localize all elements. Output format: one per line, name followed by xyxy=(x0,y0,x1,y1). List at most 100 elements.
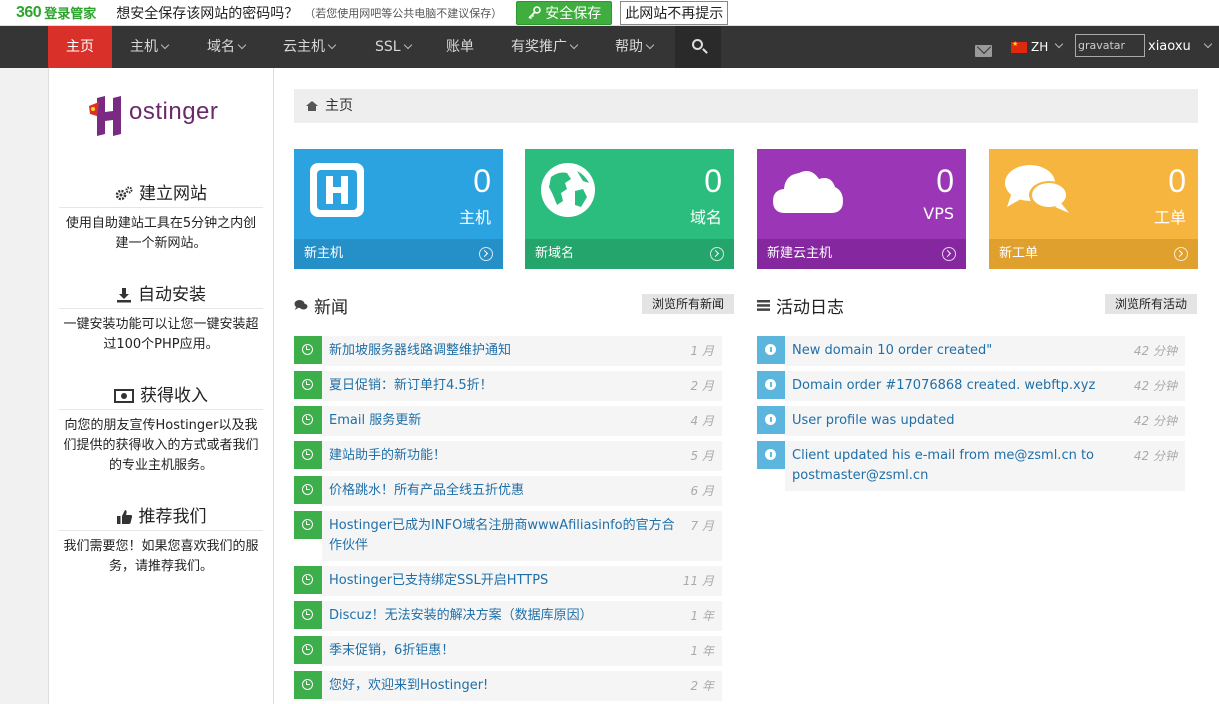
never-remind-button[interactable]: 此网站不再提示 xyxy=(620,0,729,25)
news-item-title[interactable]: 您好，欢迎来到Hostinger! xyxy=(329,676,488,696)
news-item[interactable]: 夏日促销：新订单打4.5折！ 2 月 xyxy=(294,371,722,401)
tile-footer[interactable]: 新域名 xyxy=(525,239,734,269)
language-selector[interactable]: ZH xyxy=(1011,26,1064,68)
chevron-down-icon xyxy=(160,40,170,50)
sidebar-section-title-text: 建立网站 xyxy=(139,183,207,204)
comments-icon xyxy=(1005,165,1069,213)
sidebar-section-title[interactable]: 获得收入 xyxy=(59,382,263,410)
news-item[interactable]: Discuz！无法安装的解决方案（数据库原因） 1 年 xyxy=(294,601,722,631)
sidebar-section-title[interactable]: 建立网站 xyxy=(59,180,263,208)
avatar[interactable]: gravatar xyxy=(1075,34,1145,57)
news-item-title[interactable]: 建站助手的新功能！ xyxy=(329,446,446,466)
safe-save-button[interactable]: 安全保存 xyxy=(516,0,613,25)
row-time: 1 月 xyxy=(690,344,714,358)
tile-hosting[interactable]: 0 主机 新主机 xyxy=(294,149,503,269)
clock-icon xyxy=(302,449,313,460)
activity-panel-title: 活动日志 xyxy=(757,293,844,318)
clock-icon xyxy=(302,484,313,495)
news-item-title[interactable]: Hostinger已成为INFO域名注册商wwwAfiliasinfo的官方合作… xyxy=(329,516,683,556)
news-item-title[interactable]: 夏日促销：新订单打4.5折！ xyxy=(329,376,493,396)
sidebar-section-title[interactable]: 自动安装 xyxy=(59,281,263,309)
mail-icon[interactable] xyxy=(975,45,992,57)
tile-footer[interactable]: 新主机 xyxy=(294,239,503,269)
save-password-prompt: 想安全保存该网站的密码吗？ xyxy=(116,5,299,22)
news-item[interactable]: 价格跳水！所有产品全线五折优惠 6 月 xyxy=(294,476,722,506)
tile-domains[interactable]: 0 域名 新域名 xyxy=(525,149,734,269)
activity-item-text[interactable]: Client updated his e-mail from me@zsml.c… xyxy=(792,446,1126,486)
row-time: 5 月 xyxy=(690,449,714,463)
row-body: Domain order #17076868 created. webftp.x… xyxy=(785,371,1185,401)
row-body: 新加坡服务器线路调整维护通知 1 月 xyxy=(322,336,722,366)
main-content: 主页 0 主机 新主机 0 域名 新域名 0 VPS 新建云主机 0 工单 新工… xyxy=(274,68,1219,704)
thumbs-up-icon xyxy=(116,509,132,524)
activity-item[interactable]: Client updated his e-mail from me@zsml.c… xyxy=(757,441,1185,491)
row-time: 42 分钟 xyxy=(1133,379,1177,393)
tile-label: 工单 xyxy=(1153,208,1186,227)
nav-billing[interactable]: 账单 xyxy=(446,26,474,68)
search-icon xyxy=(692,39,703,50)
activity-item-text[interactable]: Domain order #17076868 created. webftp.x… xyxy=(792,376,1095,396)
tile-footer[interactable]: 新工单 xyxy=(989,239,1198,269)
row-time: 2 月 xyxy=(690,379,714,393)
row-badge xyxy=(757,441,785,469)
row-badge xyxy=(294,406,322,434)
tile-count: 0 xyxy=(704,163,722,199)
tile-label: VPS xyxy=(923,204,954,223)
sidebar-section-build-site: 建立网站 使用自助建站工具在5分钟之内创建一个新网站。 xyxy=(59,180,263,254)
row-body: 价格跳水！所有产品全线五折优惠 6 月 xyxy=(322,476,722,506)
row-badge xyxy=(757,336,785,364)
row-body: New domain 10 order created" 42 分钟 xyxy=(785,336,1185,366)
row-time: 6 月 xyxy=(690,484,714,498)
nav-domains[interactable]: 域名 xyxy=(207,26,247,68)
news-item[interactable]: 新加坡服务器线路调整维护通知 1 月 xyxy=(294,336,722,366)
nav-ssl[interactable]: SSL xyxy=(375,26,412,68)
row-badge xyxy=(294,671,322,699)
nav-cloud[interactable]: 云主机 xyxy=(283,26,337,68)
nav-referral-label: 有奖推广 xyxy=(511,39,567,55)
breadcrumb-home[interactable]: 主页 xyxy=(325,89,353,123)
tile-tickets[interactable]: 0 工单 新工单 xyxy=(989,149,1198,269)
activity-item-text[interactable]: User profile was updated xyxy=(792,411,955,431)
hostinger-logo[interactable]: ostinger xyxy=(81,90,246,140)
view-all-activity-button[interactable]: 浏览所有活动 xyxy=(1105,294,1198,314)
news-item-title[interactable]: 新加坡服务器线路调整维护通知 xyxy=(329,341,511,361)
news-item[interactable]: Hostinger已成为INFO域名注册商wwwAfiliasinfo的官方合作… xyxy=(294,511,722,561)
sidebar-section-desc: 使用自助建站工具在5分钟之内创建一个新网站。 xyxy=(65,216,257,251)
news-item-title[interactable]: Hostinger已支持绑定SSL开启HTTPS xyxy=(329,571,548,591)
nav-referral[interactable]: 有奖推广 xyxy=(511,26,579,68)
tile-footer[interactable]: 新建云主机 xyxy=(757,239,966,269)
globe-icon xyxy=(765,379,776,390)
nav-home[interactable]: 主页 xyxy=(48,26,112,74)
activity-item[interactable]: Domain order #17076868 created. webftp.x… xyxy=(757,371,1185,401)
clock-icon xyxy=(302,644,313,655)
chevron-down-icon xyxy=(1203,39,1213,49)
row-badge xyxy=(757,406,785,434)
news-item-title[interactable]: Discuz！无法安装的解决方案（数据库原因） xyxy=(329,606,593,626)
tile-footer-label: 新主机 xyxy=(304,246,344,261)
news-item[interactable]: Hostinger已支持绑定SSL开启HTTPS 11 月 xyxy=(294,566,722,596)
tile-vps[interactable]: 0 VPS 新建云主机 xyxy=(757,149,966,269)
news-item[interactable]: 建站助手的新功能！ 5 月 xyxy=(294,441,722,471)
activity-item[interactable]: New domain 10 order created" 42 分钟 xyxy=(757,336,1185,366)
activity-item-text[interactable]: New domain 10 order created" xyxy=(792,341,992,361)
nav-hosting[interactable]: 主机 xyxy=(130,26,170,68)
news-item[interactable]: 您好，欢迎来到Hostinger! 2 年 xyxy=(294,671,722,701)
news-item[interactable]: Email 服务更新 4 月 xyxy=(294,406,722,436)
news-item-title[interactable]: 季末促销，6折钜惠！ xyxy=(329,641,454,661)
news-item-title[interactable]: Email 服务更新 xyxy=(329,411,421,431)
clock-icon xyxy=(302,679,313,690)
sidebar-section-title[interactable]: 推荐我们 xyxy=(59,503,263,531)
tile-footer-label: 新域名 xyxy=(535,246,575,261)
language-label: ZH xyxy=(1031,40,1049,54)
row-time: 11 月 xyxy=(682,574,714,588)
clock-icon xyxy=(302,609,313,620)
activity-item[interactable]: User profile was updated 42 分钟 xyxy=(757,406,1185,436)
nav-help[interactable]: 帮助 xyxy=(615,26,655,68)
view-all-news-button[interactable]: 浏览所有新闻 xyxy=(642,294,735,314)
news-item-title[interactable]: 价格跳水！所有产品全线五折优惠 xyxy=(329,481,524,501)
money-icon xyxy=(114,388,134,403)
news-item[interactable]: 季末促销，6折钜惠！ 1 年 xyxy=(294,636,722,666)
nav-search-button[interactable] xyxy=(675,26,721,68)
user-menu[interactable]: xiaoxu xyxy=(1148,26,1213,68)
clock-icon xyxy=(302,379,313,390)
